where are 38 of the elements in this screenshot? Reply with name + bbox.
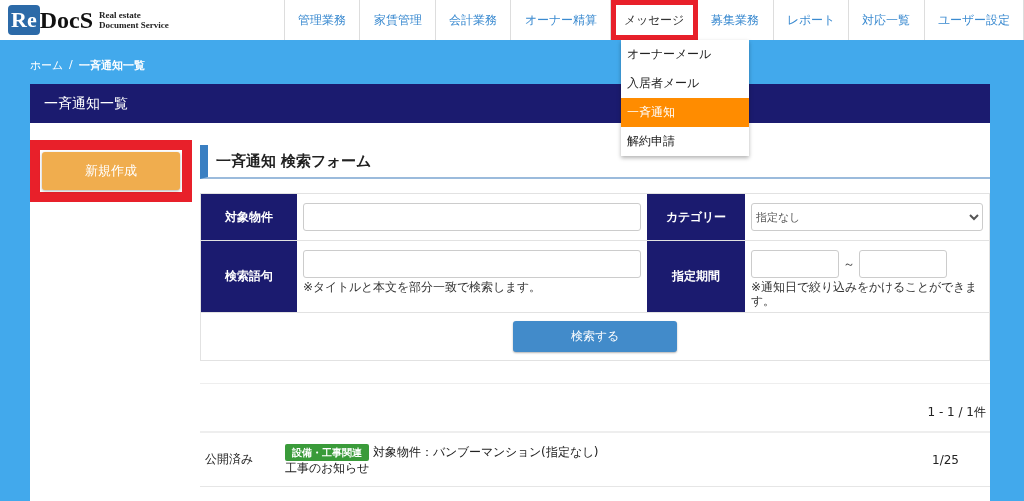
input-field[interactable] — [303, 203, 641, 231]
nav-tab[interactable]: オーナー精算 — [511, 0, 611, 40]
nav-tab[interactable]: 家賃管理 — [360, 0, 436, 40]
nav-tab[interactable]: 管理業務 — [285, 0, 361, 40]
date-field[interactable] — [751, 250, 839, 278]
field-label: 検索語句 — [201, 241, 297, 313]
logo-mark: Re — [8, 5, 40, 35]
logo-tagline: Document Service — [99, 20, 169, 30]
search-button[interactable]: 検索する — [513, 321, 677, 352]
logo-name: DocS — [39, 6, 93, 34]
breadcrumb-separator: / — [69, 58, 73, 73]
range-separator: ～ — [843, 255, 855, 273]
nav-tab[interactable]: 対応一覧 — [849, 0, 925, 40]
breadcrumb-item[interactable]: ホーム — [30, 58, 63, 84]
notice-title[interactable]: 工事のお知らせ — [285, 460, 932, 476]
category-tag: 設備・工事関連 — [285, 443, 369, 461]
hint-text: ※通知日で絞り込みをかけることができます。 — [751, 280, 979, 308]
nav-tab[interactable]: レポート — [773, 0, 850, 40]
nav-tab[interactable]: メッセージ — [610, 0, 699, 40]
logo-tagline: Real estate — [99, 10, 142, 20]
menu-item[interactable]: オーナーメール — [621, 40, 749, 69]
date-text: 1/25 — [932, 452, 960, 467]
input-field[interactable] — [303, 250, 641, 278]
nav-tab[interactable]: 会計業務 — [435, 0, 512, 40]
breadcrumb-item: 一斉通知一覧 — [78, 58, 145, 74]
target-text: 対象物件：バンブーマンション(指定なし) — [373, 444, 599, 460]
menu-item[interactable]: 解約申請 — [621, 127, 749, 156]
field-label: 対象物件 — [201, 194, 297, 241]
menu-item[interactable]: 一斉通知 — [621, 98, 749, 127]
result-count: 1 - 1 / 1件 — [200, 384, 990, 433]
hint-text: ※タイトルと本文を部分一致で検索します。 — [303, 280, 543, 294]
field-label: カテゴリー — [647, 194, 745, 241]
category-select[interactable]: 指定なし — [751, 203, 983, 231]
menu-item[interactable]: 入居者メール — [621, 69, 749, 98]
field-label: 指定期間 — [647, 241, 745, 313]
date-field[interactable] — [859, 250, 947, 278]
status-text: 公開済み — [204, 451, 254, 468]
nav-tab[interactable]: ユーザー設定 — [924, 0, 1024, 40]
